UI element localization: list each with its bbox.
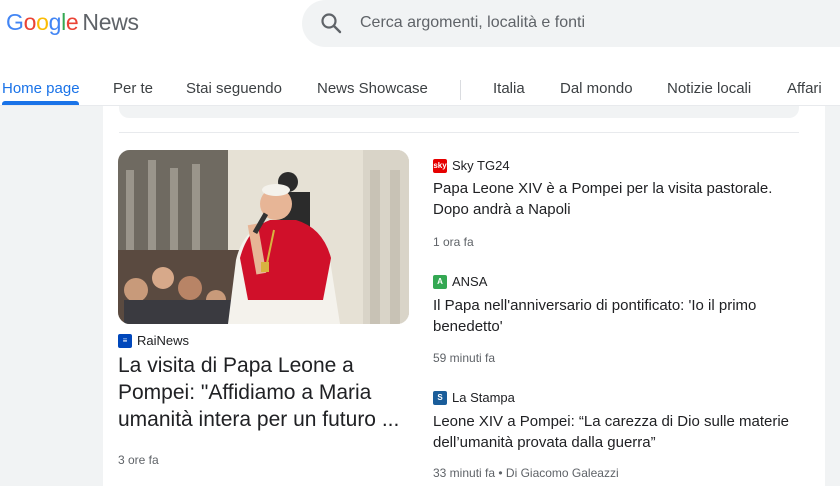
main-story-image[interactable] <box>118 150 409 324</box>
story-headline[interactable]: Leone XIV a Pompei: “La carezza di Dio s… <box>433 411 793 453</box>
tab-divider <box>460 80 461 100</box>
story-headline[interactable]: Il Papa nell'anniversario di pontificato… <box>433 295 793 337</box>
main-headline[interactable]: La visita di Papa Leone a Pompei: "Affid… <box>118 352 413 433</box>
pope-photo <box>118 150 409 324</box>
tab-local-news[interactable]: Notizie locali <box>667 80 751 97</box>
story-time: 1 ora fa <box>433 235 474 249</box>
ansa-logo-icon: A <box>433 274 447 289</box>
google-news-logo[interactable]: Google News <box>6 9 139 36</box>
source-label: La Stampa <box>452 390 515 405</box>
previous-card-edge <box>119 106 799 118</box>
story-time: 33 minuti fa • Di Giacomo Galeazzi <box>433 466 619 480</box>
tab-world[interactable]: Dal mondo <box>560 80 633 97</box>
skytg24-logo-icon: sky <box>433 158 447 173</box>
nav-tabs: Home page Per te Stai seguendo News Show… <box>0 72 840 106</box>
search-bar[interactable]: Cerca argomenti, località e fonti <box>302 0 840 47</box>
tab-home[interactable]: Home page <box>2 80 80 97</box>
source-skytg24[interactable]: sky Sky TG24 <box>433 158 510 173</box>
tab-per-te[interactable]: Per te <box>113 80 153 97</box>
source-label: RaiNews <box>137 333 190 348</box>
source-lastampa[interactable]: S La Stampa <box>433 390 515 405</box>
source-ansa[interactable]: A ANSA <box>433 274 487 289</box>
tab-news-showcase[interactable]: News Showcase <box>317 80 428 97</box>
tab-following[interactable]: Stai seguendo <box>186 80 282 97</box>
divider <box>119 132 799 133</box>
rainews-logo-icon: ≡ <box>118 333 132 348</box>
search-input[interactable]: Cerca argomenti, località e fonti <box>360 14 585 32</box>
source-rainews[interactable]: ≡ RaiNews <box>118 333 189 348</box>
tab-business[interactable]: Affari <box>787 80 822 97</box>
story-card: ≡ RaiNews La visita di Papa Leone a Pomp… <box>103 106 825 486</box>
source-label: Sky TG24 <box>452 158 510 173</box>
search-icon[interactable] <box>319 11 343 35</box>
lastampa-logo-icon: S <box>433 390 447 405</box>
story-headline[interactable]: Papa Leone XIV è a Pompei per la visita … <box>433 178 793 220</box>
source-label: ANSA <box>452 274 488 289</box>
tab-italia[interactable]: Italia <box>493 80 525 97</box>
story-time: 59 minuti fa <box>433 351 496 365</box>
main-story-time: 3 ore fa <box>118 453 159 467</box>
